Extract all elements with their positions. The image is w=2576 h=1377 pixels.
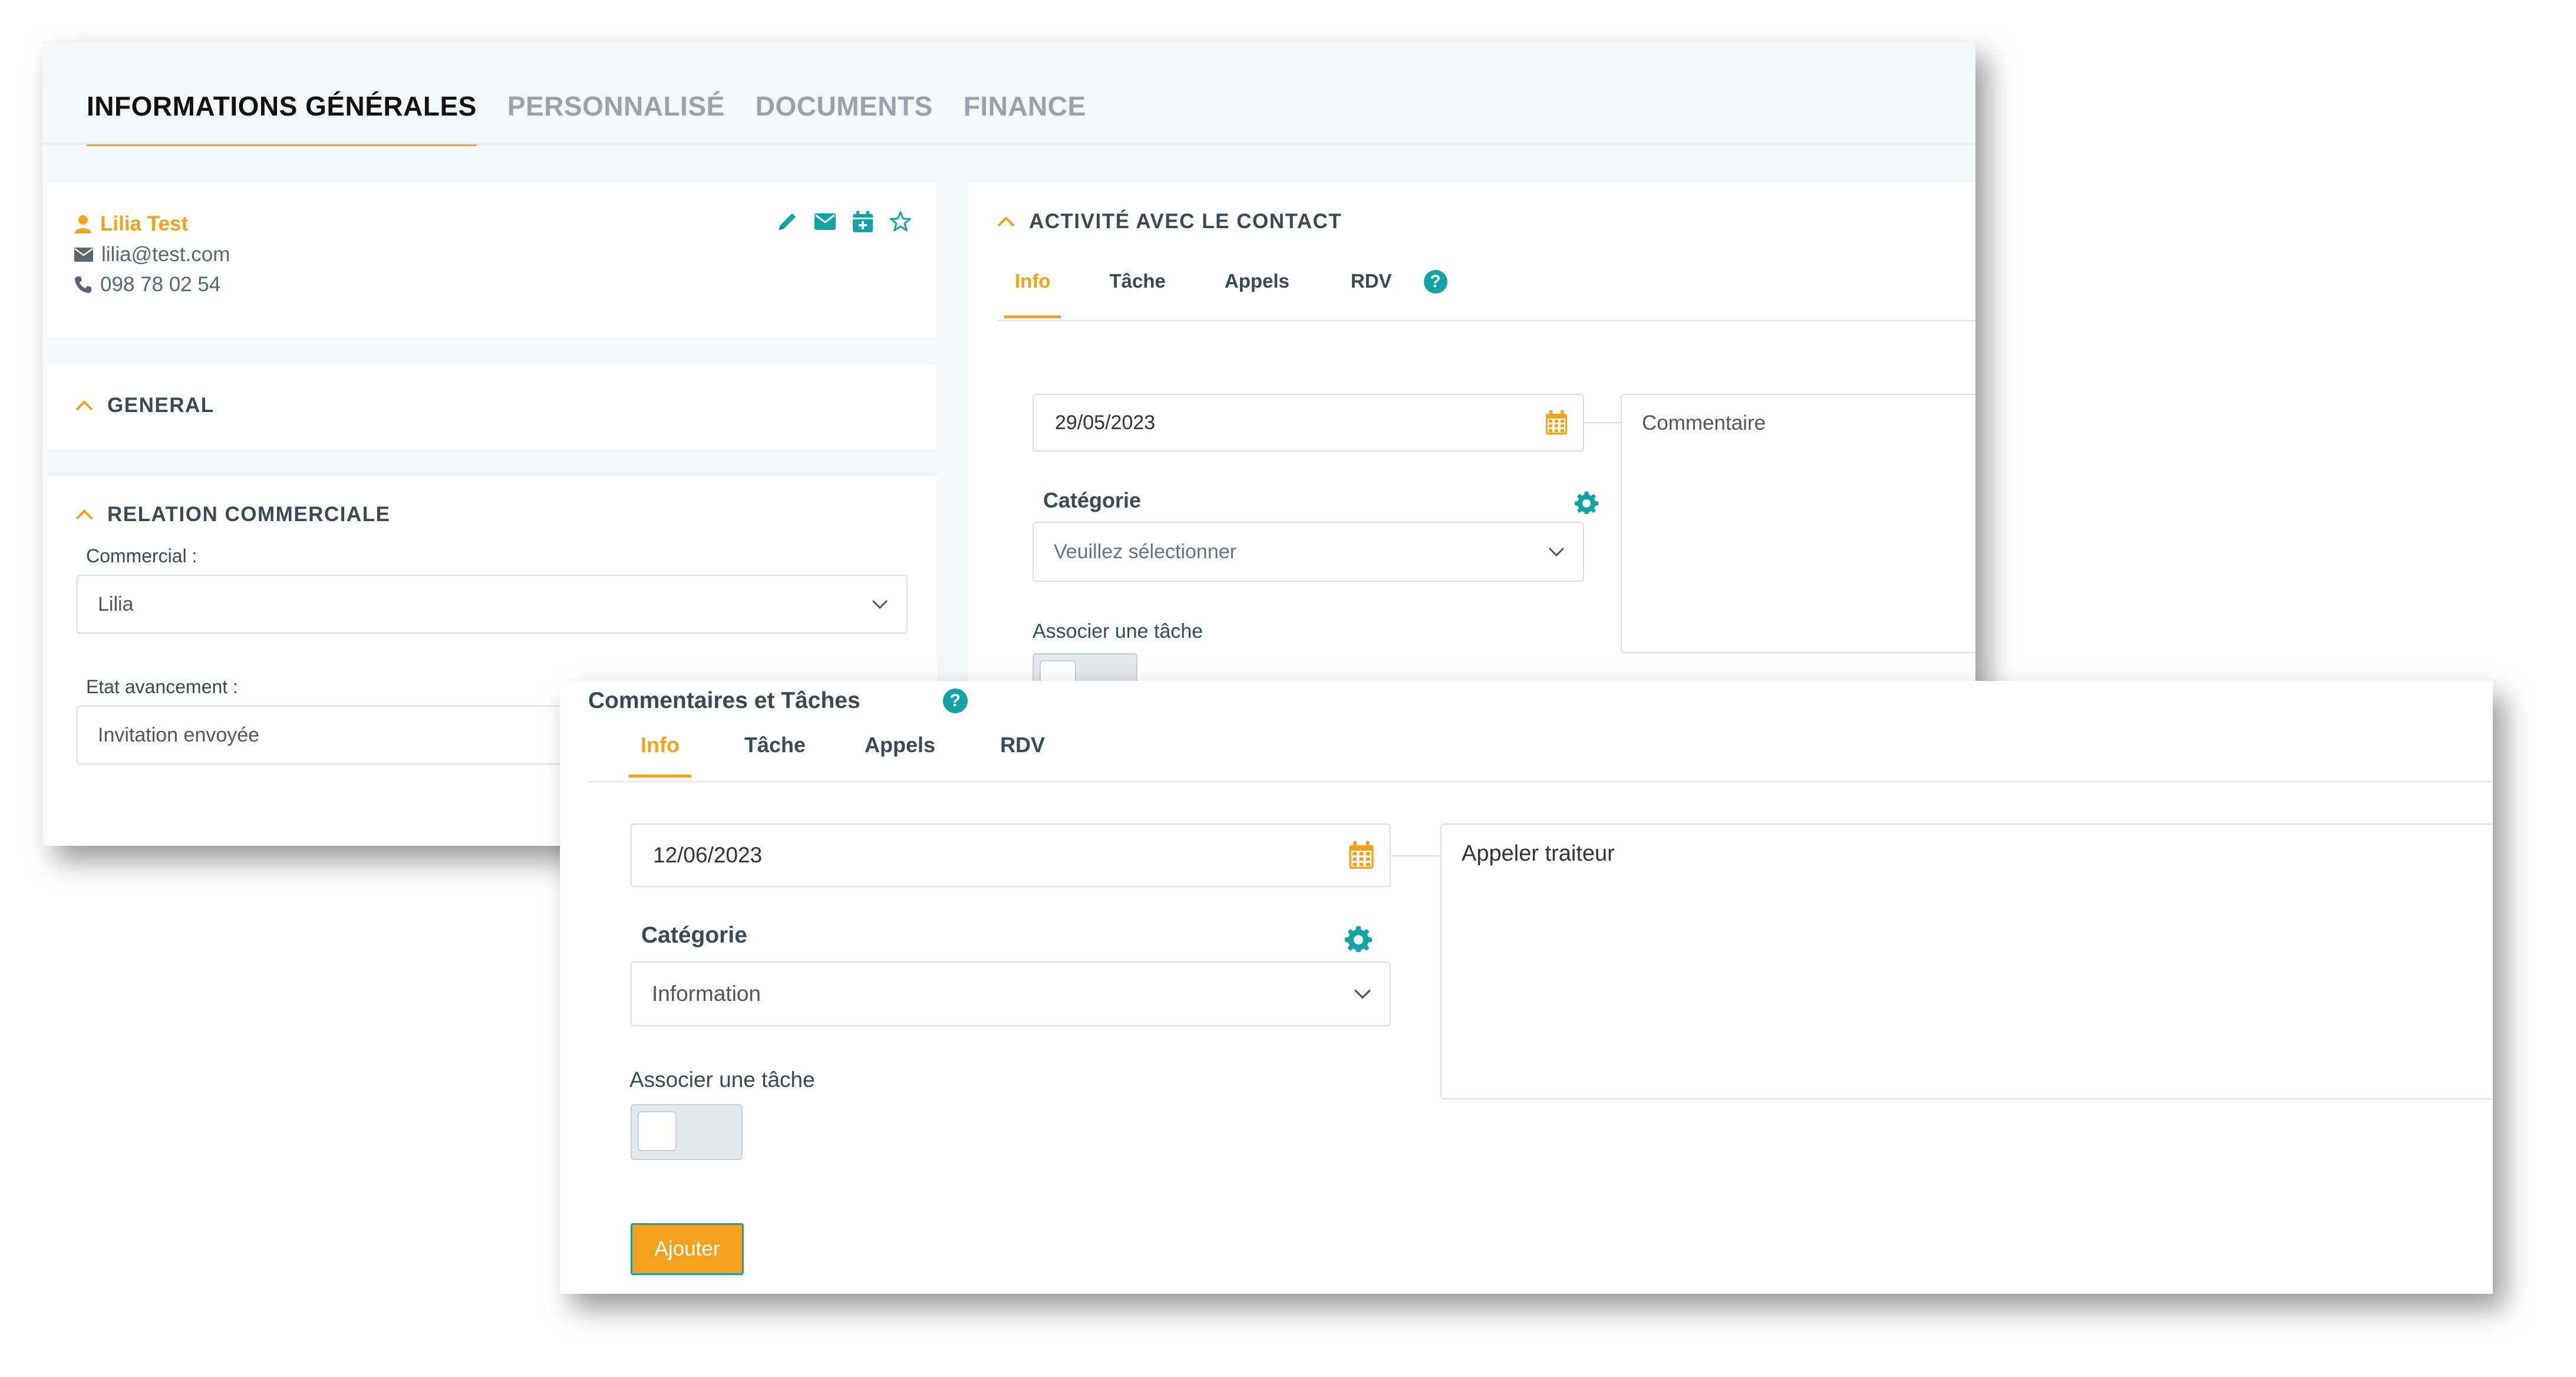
chevron-up-icon [75,400,93,411]
front-associate-label: Associer une tâche [629,1068,815,1092]
contact-email[interactable]: lilia@test.com [101,243,230,266]
front-associate-toggle[interactable] [631,1104,743,1160]
activity-tab-info[interactable]: Info [1004,270,1061,318]
etat-avancement-value: Invitation envoyée [98,723,260,746]
contact-name[interactable]: Lilia Test [100,212,188,236]
activity-tab-appels[interactable]: Appels [1225,270,1289,294]
activity-comment-textarea[interactable]: Commentaire [1621,394,1975,653]
tab-informations-generales[interactable]: INFORMATIONS GÉNÉRALES [87,77,477,146]
front-tab-tache[interactable]: Tâche [744,733,806,757]
front-tab-appels[interactable]: Appels [865,733,935,757]
front-comment-value: Appeler traiteur [1462,841,1615,866]
general-section[interactable]: GENERAL [47,364,937,449]
activity-date-input[interactable]: 29/05/2023 [1033,394,1584,452]
user-icon [75,215,91,233]
tab-documents[interactable]: DOCUMENTS [756,77,933,141]
contact-name-row: Lilia Test [74,212,188,236]
commercial-select[interactable]: Lilia [77,575,908,634]
front-tabs: Info Tâche Appels RDV [629,733,1045,778]
front-category-select[interactable]: Information [631,961,1391,1026]
star-icon[interactable] [889,210,912,233]
relation-section-header[interactable]: RELATION COMMERCIALE [74,503,390,526]
front-category-value: Information [652,981,761,1006]
front-category-label: Catégorie [641,923,747,948]
chevron-up-icon [75,509,93,520]
calendar-plus-icon[interactable] [851,210,875,233]
front-comment-textarea[interactable]: Appeler traiteur [1440,823,2493,1099]
toggle-knob [638,1111,677,1151]
envelope-action-icon[interactable] [813,210,837,233]
front-tab-info[interactable]: Info [629,733,691,778]
tab-finance[interactable]: FINANCE [964,77,1086,141]
activity-associate-label: Associer une tâche [1033,620,1203,643]
contact-actions [776,210,912,233]
chevron-down-icon [1354,989,1371,999]
commercial-label: Commercial : [86,545,197,566]
ajouter-button[interactable]: Ajouter [631,1223,744,1275]
calendar-icon[interactable] [1348,841,1374,869]
comments-tasks-panel: Commentaires et Tâches ? Info Tâche Appe… [560,681,2493,1294]
gear-icon[interactable] [1575,490,1598,514]
front-date-value: 12/06/2023 [653,843,763,867]
contact-phone[interactable]: 098 78 02 54 [100,273,220,297]
activity-section-header[interactable]: ACTIVITÉ AVEC LE CONTACT [996,210,1342,233]
connector-line [1584,422,1621,423]
gear-icon[interactable] [1345,925,1372,952]
activity-tab-tache[interactable]: Tâche [1109,270,1165,294]
general-section-title: GENERAL [107,394,215,417]
comments-tasks-header: Commentaires et Tâches ? [588,688,968,714]
envelope-icon [74,248,93,262]
etat-avancement-label: Etat avancement : [86,676,238,697]
relation-section-title: RELATION COMMERCIALE [107,503,391,526]
activity-section-title: ACTIVITÉ AVEC LE CONTACT [1029,210,1343,233]
contact-card: Lilia Test lilia@test.com 098 78 02 54 [47,183,937,337]
activity-comment-placeholder: Commentaire [1642,411,1766,434]
front-tabs-divider [588,781,2493,782]
help-icon[interactable]: ? [1423,270,1447,294]
tabs-divider [42,143,1975,144]
chevron-down-icon [872,599,888,610]
commercial-select-value: Lilia [98,592,134,615]
connector-line [1391,855,1441,856]
chevron-up-icon [997,216,1015,227]
activity-category-placeholder: Veuillez sélectionner [1054,540,1236,563]
front-tab-rdv[interactable]: RDV [1000,733,1045,757]
activity-tab-rdv[interactable]: RDV [1351,270,1392,294]
calendar-icon[interactable] [1545,410,1568,435]
pencil-icon[interactable] [776,210,799,233]
comments-tasks-title: Commentaires et Tâches [588,688,860,713]
chevron-down-icon [1548,547,1565,557]
main-tabs: INFORMATIONS GÉNÉRALES PERSONNALISÉ DOCU… [87,77,1086,146]
activity-tabs-divider [997,320,1975,321]
contact-email-row: lilia@test.com [74,243,230,266]
phone-icon [75,276,91,293]
activity-date-value: 29/05/2023 [1055,411,1156,434]
help-icon[interactable]: ? [942,688,968,713]
general-section-header[interactable]: GENERAL [74,394,215,417]
front-date-input[interactable]: 12/06/2023 [631,823,1391,887]
activity-category-select[interactable]: Veuillez sélectionner [1033,522,1584,582]
activity-category-label: Catégorie [1043,488,1142,512]
tab-personnalise[interactable]: PERSONNALISÉ [507,77,725,141]
contact-phone-row: 098 78 02 54 [74,273,220,297]
activity-tabs: Info Tâche Appels RDV ? [1004,270,1447,318]
